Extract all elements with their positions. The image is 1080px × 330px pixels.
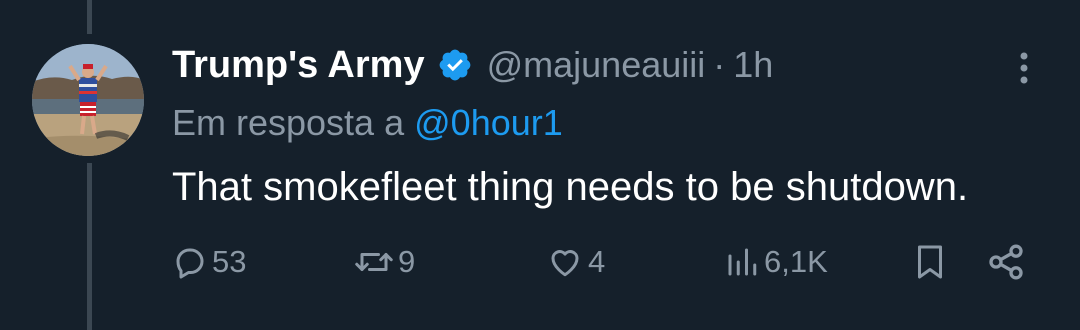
thread-line-top [87, 0, 92, 34]
views-button[interactable]: 6,1K [724, 238, 828, 286]
reply-button[interactable]: 53 [172, 238, 246, 286]
views-count: 6,1K [764, 244, 828, 279]
header-separator: · [713, 44, 726, 85]
reply-prefix: Em resposta a [172, 102, 405, 143]
author-name[interactable]: Trump's Army [172, 44, 425, 87]
heart-icon [551, 250, 579, 277]
retweet-icon [355, 253, 393, 271]
reply-context: Em resposta a @0hour1 [172, 102, 563, 144]
like-button[interactable]: 4 [546, 238, 605, 286]
share-button[interactable] [986, 238, 1026, 286]
retweet-button[interactable]: 9 [354, 238, 415, 286]
avatar[interactable] [32, 44, 144, 156]
more-vertical-icon[interactable] [1014, 48, 1034, 88]
views-bar-chart-icon [728, 248, 757, 276]
share-icon [989, 244, 1023, 280]
bookmark-icon [918, 245, 942, 279]
like-count: 4 [588, 244, 606, 279]
action-bar: 53 9 4 6,1K [0, 238, 1080, 286]
reply-count: 53 [212, 244, 247, 279]
tweet-text: That smokefleet thing needs to be shutdo… [172, 165, 969, 209]
tweet-time[interactable]: 1h [733, 44, 773, 86]
retweet-count: 9 [398, 244, 416, 279]
tweet-header: Trump's Army @majuneauiii · 1h [172, 40, 773, 90]
reply-bubble-icon [176, 248, 204, 279]
bookmark-button[interactable] [912, 238, 948, 286]
verified-badge-icon[interactable] [437, 47, 473, 83]
author-handle[interactable]: @majuneauiii [487, 44, 706, 86]
avatar-image [32, 44, 144, 156]
reply-mention-link[interactable]: @0hour1 [414, 102, 563, 143]
